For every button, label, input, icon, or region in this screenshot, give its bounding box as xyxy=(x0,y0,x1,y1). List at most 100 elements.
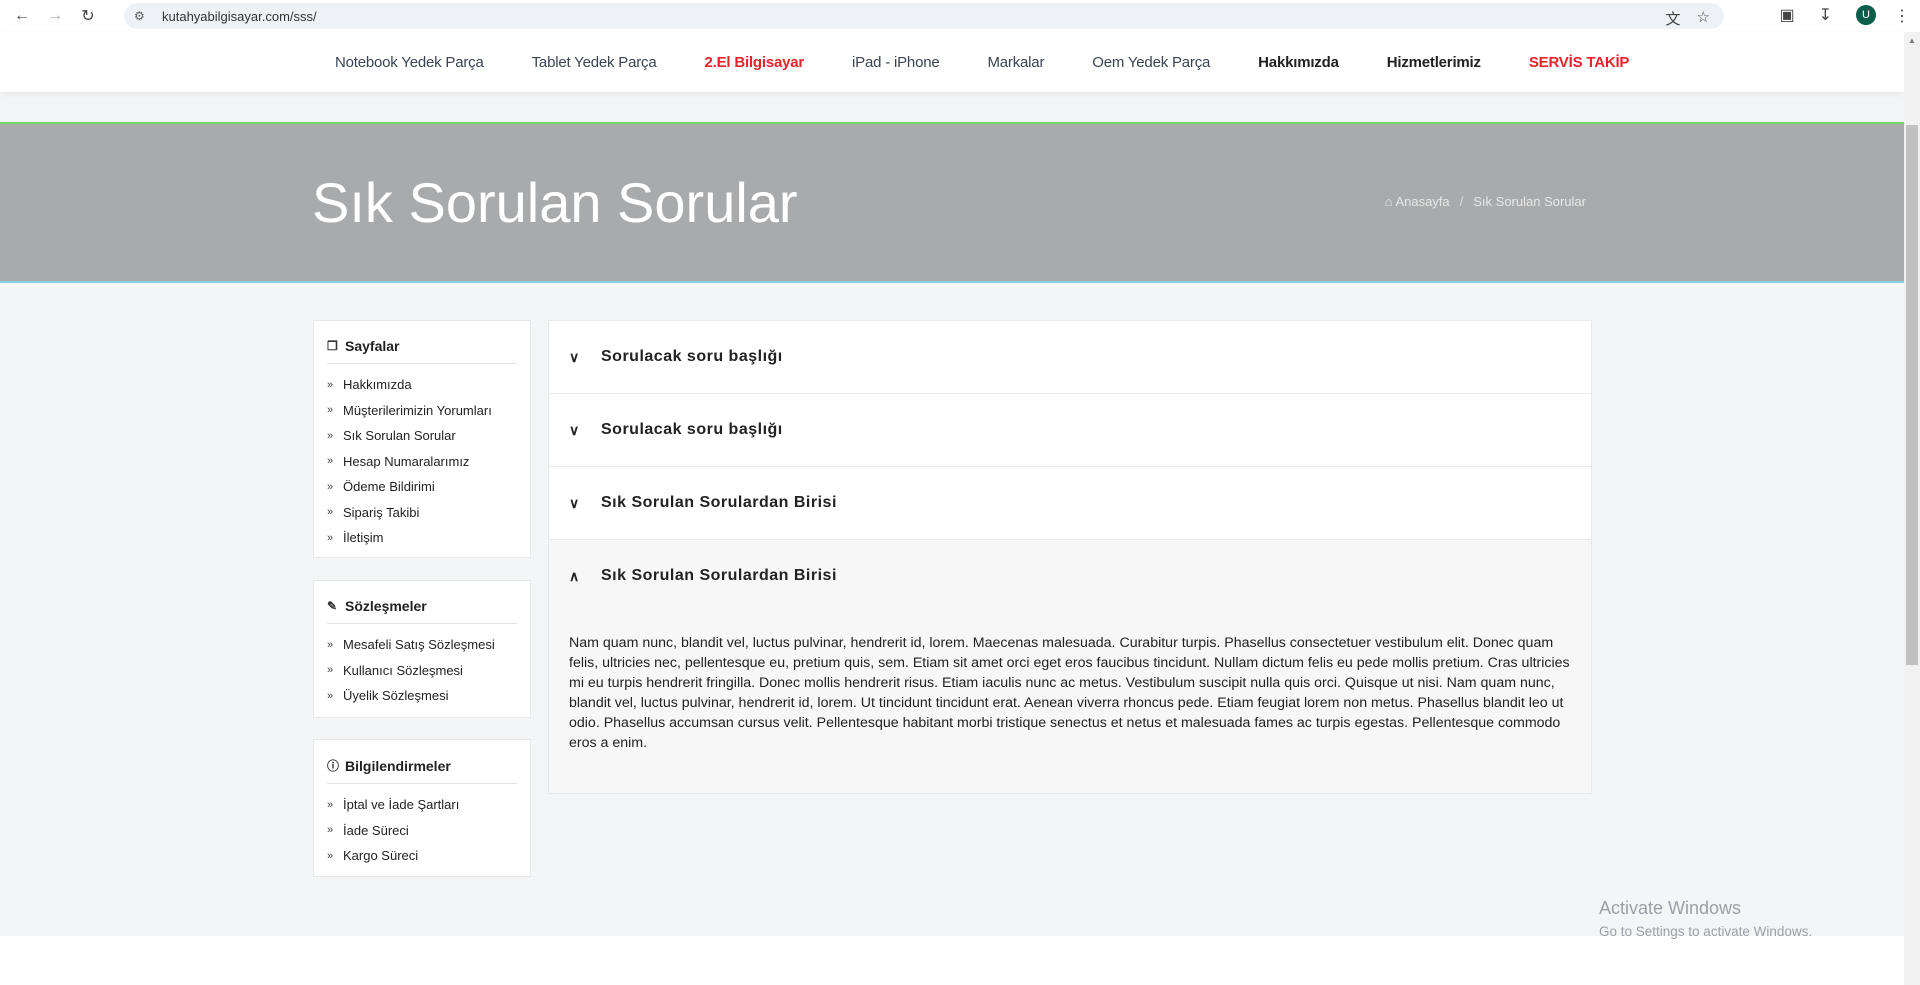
sidebar-item-contracts-2[interactable]: » Üyelik Sözleşmesi xyxy=(327,683,517,709)
nav-item-8[interactable]: SERVİS TAKİP xyxy=(1529,54,1630,71)
forward-arrow-icon[interactable]: → xyxy=(44,5,66,27)
page-title: Sık Sorulan Sorular xyxy=(312,171,798,234)
double-chevron-icon: » xyxy=(327,429,334,442)
sidebar-pages-title: Sayfalar xyxy=(345,338,400,354)
page-header: Sık Sorulan Sorular ⌂ Anasayfa / Sık Sor… xyxy=(0,122,1904,283)
sidebar-item-label[interactable]: Kullanıcı Sözleşmesi xyxy=(343,663,463,678)
browser-toolbar: ← → ↻ ⚙ kutahyabilgisayar.com/sss/ 文 ☆ ▣… xyxy=(0,0,1920,32)
breadcrumb-home[interactable]: ⌂ Anasayfa xyxy=(1385,194,1450,209)
sidebar-item-info-1[interactable]: » İade Süreci xyxy=(327,818,517,844)
nav-item-2[interactable]: 2.El Bilgisayar xyxy=(704,54,804,71)
back-arrow-icon[interactable]: ← xyxy=(11,5,33,27)
nav-item-0[interactable]: Notebook Yedek Parça xyxy=(335,54,484,71)
chevron-down-icon: ∨ xyxy=(569,421,580,438)
sidebar-item-label[interactable]: Hesap Numaralarımız xyxy=(343,454,469,469)
sidebar-item-label[interactable]: Müşterilerimizin Yorumları xyxy=(343,403,492,418)
faq-question-1[interactable]: ∨ Sorulacak soru başlığı xyxy=(549,394,1591,466)
faq-question-label: Sorulacak soru başlığı xyxy=(601,348,783,365)
sidebar-item-label[interactable]: Hakkımızda xyxy=(343,377,412,392)
address-bar[interactable]: ⚙ kutahyabilgisayar.com/sss/ 文 ☆ xyxy=(124,3,1724,29)
nav-item-6[interactable]: Hakkımızda xyxy=(1258,54,1339,71)
faq-item-3: ∧ Sık Sorulan Sorulardan Birisi Nam quam n… xyxy=(549,540,1591,793)
nav-item-4[interactable]: Markalar xyxy=(988,54,1045,71)
sidebar-pages-list: » Hakkımızda » Müşterilerimizin Yorumları » S… xyxy=(314,364,530,551)
double-chevron-icon: » xyxy=(327,824,334,837)
sidebar-item-pages-5[interactable]: » Sipariş Takibi xyxy=(327,500,517,526)
translate-icon[interactable]: 文 xyxy=(1666,8,1681,29)
sidebar-item-pages-6[interactable]: » İletişim xyxy=(327,525,517,551)
breadcrumb-current: Sık Sorulan Sorular xyxy=(1473,194,1586,209)
sidebar-item-label[interactable]: Kargo Süreci xyxy=(343,848,418,863)
sidebar-item-pages-1[interactable]: » Müşterilerimizin Yorumları xyxy=(327,398,517,424)
faq-question-label: Sık Sorulan Sorulardan Birisi xyxy=(601,494,837,511)
sidebar-item-label[interactable]: Mesafeli Satış Sözleşmesi xyxy=(343,637,495,652)
double-chevron-icon: » xyxy=(327,480,334,493)
sidebar-item-label[interactable]: Ödeme Bildirimi xyxy=(343,479,435,494)
url-text[interactable]: kutahyabilgisayar.com/sss/ xyxy=(162,9,317,24)
sidebar-item-pages-0[interactable]: » Hakkımızda xyxy=(327,372,517,398)
sidebar-contracts-heading: ✎ Sözleşmeler xyxy=(327,598,517,624)
double-chevron-icon: » xyxy=(327,664,334,677)
chevron-down-icon: ∨ xyxy=(569,348,580,365)
extensions-icon[interactable]: ▣ xyxy=(1779,5,1794,25)
faq-item-1: ∨ Sorulacak soru başlığı xyxy=(549,394,1591,467)
sidebar-item-pages-4[interactable]: » Ödeme Bildirimi xyxy=(327,474,517,500)
sidebar-item-label[interactable]: İptal ve İade Şartları xyxy=(343,797,459,812)
sidebar-info: ⓘ Bilgilendirmeler » İptal ve İade Şartla… xyxy=(313,739,531,877)
faq-item-2: ∨ Sık Sorulan Sorulardan Birisi xyxy=(549,467,1591,540)
faq-accordion: ∨ Sorulacak soru başlığı ∨ Sorulacak soru b… xyxy=(548,320,1592,794)
profile-avatar[interactable]: U xyxy=(1856,5,1876,25)
double-chevron-icon: » xyxy=(327,689,334,702)
site-navigation: Notebook Yedek Parça Tablet Yedek Parça 2.… xyxy=(0,32,1904,92)
nav-item-5[interactable]: Oem Yedek Parça xyxy=(1092,54,1210,71)
nav-item-3[interactable]: iPad - iPhone xyxy=(852,54,940,71)
double-chevron-icon: » xyxy=(327,506,334,519)
info-icon: ⓘ xyxy=(327,759,340,773)
scrollbar-thumb[interactable] xyxy=(1906,125,1918,665)
double-chevron-icon: » xyxy=(327,378,334,391)
breadcrumb-home-label[interactable]: Anasayfa xyxy=(1395,194,1449,209)
copy-icon: ❐ xyxy=(327,339,338,353)
bookmark-star-icon[interactable]: ☆ xyxy=(1697,8,1710,29)
sidebar-info-list: » İptal ve İade Şartları » İade Süreci » Karg… xyxy=(314,784,530,869)
sidebar-item-label[interactable]: İletişim xyxy=(343,530,383,545)
site-settings-icon[interactable]: ⚙ xyxy=(134,9,150,23)
sidebar-item-contracts-0[interactable]: » Mesafeli Satış Sözleşmesi xyxy=(327,632,517,658)
sidebar-contracts-list: » Mesafeli Satış Sözleşmesi » Kullanıcı Söz… xyxy=(314,624,530,709)
footer-strip xyxy=(0,936,1904,985)
double-chevron-icon: » xyxy=(327,531,334,544)
double-chevron-icon: » xyxy=(327,404,334,417)
faq-question-0[interactable]: ∨ Sorulacak soru başlığı xyxy=(549,321,1591,393)
sidebar-item-info-2[interactable]: » Kargo Süreci xyxy=(327,843,517,869)
sidebar-item-label[interactable]: Sık Sorulan Sorular xyxy=(343,428,456,443)
double-chevron-icon: » xyxy=(327,638,334,651)
faq-question-3[interactable]: ∧ Sık Sorulan Sorulardan Birisi xyxy=(549,540,1591,612)
double-chevron-icon: » xyxy=(327,798,334,811)
sidebar-item-label[interactable]: Üyelik Sözleşmesi xyxy=(343,688,448,703)
faq-item-0: ∨ Sorulacak soru başlığı xyxy=(549,321,1591,394)
sidebar-info-title: Bilgilendirmeler xyxy=(345,757,451,774)
faq-answer: Nam quam nunc, blandit vel, luctus pulvi… xyxy=(569,635,1570,751)
sidebar-item-label[interactable]: İade Süreci xyxy=(343,823,409,838)
sidebar-item-label[interactable]: Sipariş Takibi xyxy=(343,505,419,520)
watermark-title: Activate Windows xyxy=(1599,898,1742,918)
home-icon: ⌂ xyxy=(1384,194,1393,209)
faq-question-label: Sorulacak soru başlığı xyxy=(601,421,783,438)
sidebar-contracts-title: Sözleşmeler xyxy=(345,598,427,614)
nav-item-1[interactable]: Tablet Yedek Parça xyxy=(532,54,657,71)
chevron-up-icon: ∧ xyxy=(569,567,580,584)
menu-kebab-icon[interactable]: ⋮ xyxy=(1894,6,1910,26)
scroll-up-icon[interactable]: ▲ xyxy=(1908,36,1916,45)
sidebar-contracts: ✎ Sözleşmeler » Mesafeli Satış Sözleşmesi… xyxy=(313,580,531,718)
reload-icon[interactable]: ↻ xyxy=(77,5,99,27)
sidebar-item-pages-3[interactable]: » Hesap Numaralarımız xyxy=(327,449,517,475)
breadcrumb: ⌂ Anasayfa / Sık Sorulan Sorular xyxy=(1385,194,1586,209)
sidebar-item-pages-2[interactable]: » Sık Sorulan Sorular xyxy=(327,423,517,449)
faq-question-label: Sık Sorulan Sorulardan Birisi xyxy=(601,567,837,584)
sidebar-item-info-0[interactable]: » İptal ve İade Şartları xyxy=(327,792,517,818)
nav-item-7[interactable]: Hizmetlerimiz xyxy=(1387,54,1481,71)
sidebar-item-contracts-1[interactable]: » Kullanıcı Sözleşmesi xyxy=(327,658,517,684)
download-icon[interactable]: ↧ xyxy=(1819,5,1832,25)
faq-question-2[interactable]: ∨ Sık Sorulan Sorulardan Birisi xyxy=(549,467,1591,539)
sidebar-pages: ❐ Sayfalar » Hakkımızda » Müşterilerimizin … xyxy=(313,320,531,558)
